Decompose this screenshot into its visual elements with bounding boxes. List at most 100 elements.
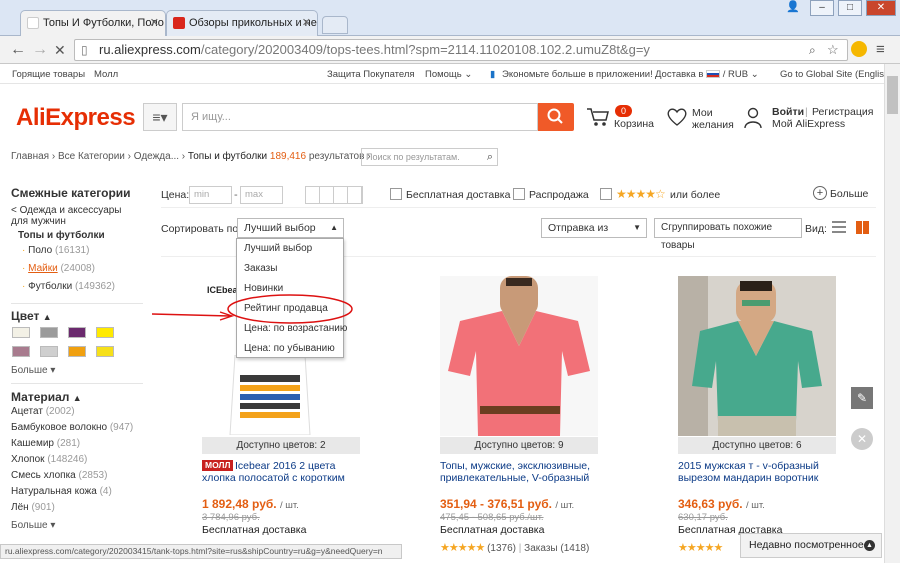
product-title[interactable]: 2015 мужская т - v-образный (678, 460, 848, 472)
subcategory-tshirts[interactable]: · Футболки (149362) (22, 281, 115, 292)
buyer-protection-link[interactable]: Защита Покупателя (327, 69, 415, 80)
zoom-icon[interactable]: ⌕ (809, 40, 816, 60)
sort-option-best-match[interactable]: Лучший выбор (244, 243, 312, 254)
my-aliexpress-link[interactable]: Мой AliExpress (772, 118, 845, 130)
recently-viewed-button[interactable]: Недавно посмотренное ▲ (740, 533, 882, 558)
review-count[interactable]: (1376) (487, 543, 516, 554)
close-tab-icon[interactable]: ✕ (150, 11, 159, 35)
subcategory-polo[interactable]: · Поло (16131) (22, 245, 89, 256)
close-circle-icon[interactable]: ✕ (851, 428, 873, 450)
material-heading[interactable]: Материал ▲ (11, 390, 82, 404)
help-link[interactable]: Помощь ⌄ (425, 69, 472, 80)
sort-option-orders[interactable]: Заказы (244, 263, 277, 274)
more-colors-link[interactable]: Больше ▾ (11, 365, 55, 376)
rating-checkbox[interactable] (600, 188, 612, 200)
more-materials-link[interactable]: Больше ▾ (11, 520, 55, 531)
product-title[interactable]: Топы, мужские, эксклюзивные, (440, 460, 610, 472)
scrollbar-thumb[interactable] (887, 76, 898, 114)
categories-menu-button[interactable]: ≡▾ (143, 103, 177, 131)
page-scrollbar[interactable] (884, 64, 900, 563)
user-icon[interactable]: 👤 (786, 0, 800, 13)
color-swatch-yellow[interactable] (96, 327, 114, 338)
parent-category-link[interactable]: < Одежда и аксессуары (11, 205, 122, 216)
color-swatch-beige[interactable] (12, 327, 30, 338)
product-title[interactable]: Icebear 2016 2 цвета (235, 460, 365, 472)
subcategory-tanks[interactable]: · Майки (24008) (22, 263, 95, 274)
cart-button[interactable] (586, 106, 610, 131)
search-input[interactable]: Я ищу... (182, 103, 538, 131)
parent-category-link-line2[interactable]: для мужчин (11, 216, 66, 227)
rating-more-label[interactable]: или более (670, 189, 720, 201)
product-image[interactable] (440, 276, 598, 436)
product-title-line2[interactable]: привлекательные, V-образный (440, 472, 610, 484)
price-max-input[interactable]: max (240, 186, 283, 204)
price-min-input[interactable]: min (189, 186, 232, 204)
plus-circle-icon[interactable]: + (813, 186, 827, 200)
top-navigation: Горящие товары Молл Защита Покупателя По… (0, 64, 892, 84)
close-tab-icon[interactable]: ✕ (302, 11, 311, 35)
material-item[interactable]: Кашемир (281) (11, 438, 80, 449)
price-ok-button[interactable] (305, 186, 363, 204)
wishlist-label-2[interactable]: желания (692, 119, 734, 131)
address-bar[interactable]: ▯ ru.aliexpress.com/category/202003409/t… (74, 39, 848, 61)
free-shipping-label[interactable]: Бесплатная доставка (406, 189, 510, 201)
aliexpress-logo[interactable]: AliExpress (16, 104, 136, 132)
global-site-link[interactable]: Go to Global Site (English) (780, 69, 892, 80)
material-item[interactable]: Лён (901) (11, 502, 55, 513)
close-window-button[interactable]: ✕ (866, 0, 896, 16)
color-swatch-mauve[interactable] (12, 346, 30, 357)
material-item[interactable]: Бамбуковое волокно (947) (11, 422, 133, 433)
group-similar-button[interactable]: Сгруппировать похожие товары (654, 218, 802, 251)
extension-icon[interactable] (851, 41, 867, 57)
sort-option-price-desc[interactable]: Цена: по убыванию (244, 343, 335, 354)
order-count[interactable]: Заказы (1418) (524, 543, 589, 554)
minimize-button[interactable]: – (810, 0, 834, 16)
color-swatch-gray[interactable] (40, 327, 58, 338)
stop-icon[interactable]: ✕ (54, 39, 66, 61)
maximize-button[interactable]: □ (838, 0, 862, 16)
wishlist-button[interactable] (666, 107, 688, 130)
more-filters-link[interactable]: Больше (830, 188, 868, 200)
new-tab-button[interactable] (322, 16, 348, 34)
wishlist-label-1[interactable]: Мои (692, 107, 713, 119)
color-swatch-purple[interactable] (68, 327, 86, 338)
tab-aliexpress[interactable]: Топы И Футболки, Поло Ф... ✕ (20, 10, 166, 36)
breadcrumb-path[interactable]: Главная › Все Категории › Одежда... › (11, 151, 188, 162)
signin-link[interactable]: Войти (772, 106, 804, 118)
search-button[interactable] (538, 103, 574, 131)
grid-view-icon[interactable] (856, 221, 869, 234)
material-item[interactable]: Смесь хлопка (2853) (11, 470, 107, 481)
product-title-line2[interactable]: хлопка полосатой с коротким (202, 472, 362, 484)
material-item[interactable]: Хлопок (148246) (11, 454, 87, 465)
mall-link[interactable]: Молл (94, 69, 118, 80)
sale-checkbox[interactable] (513, 188, 525, 200)
material-item[interactable]: Натуральная кожа (4) (11, 486, 112, 497)
tab-reviews[interactable]: Обзоры прикольных и необ... ✕ (166, 10, 318, 36)
menu-icon[interactable]: ≡ (876, 39, 885, 61)
color-swatch-silver[interactable] (40, 346, 58, 357)
cart-label[interactable]: Корзина (614, 118, 654, 130)
free-shipping-checkbox[interactable] (390, 188, 402, 200)
color-swatch-gold[interactable] (96, 346, 114, 357)
color-swatch-orange[interactable] (68, 346, 86, 357)
app-promo-link[interactable]: Экономьте больше в приложении! (502, 69, 653, 80)
list-view-icon[interactable] (832, 221, 846, 233)
material-item[interactable]: Ацетат (2002) (11, 406, 75, 417)
search-icon[interactable]: ⌕ (487, 149, 493, 165)
account-icon[interactable] (744, 107, 762, 132)
ship-from-select[interactable]: Отправка из ▼ (541, 218, 647, 238)
color-heading[interactable]: Цвет ▲ (11, 309, 52, 323)
search-in-results-input[interactable]: Поиск по результатам. ⌕ (361, 148, 498, 166)
sort-select[interactable]: Лучший выбор ▲ (237, 218, 344, 238)
back-icon[interactable]: ← (10, 39, 26, 61)
product-image[interactable] (215, 355, 325, 435)
edit-pencil-icon[interactable]: ✎ (851, 387, 873, 409)
product-title-line2[interactable]: вырезом мандарин воротник (678, 472, 848, 484)
hot-deals-link[interactable]: Горящие товары (12, 69, 85, 80)
product-image[interactable] (678, 276, 836, 436)
forward-icon[interactable]: → (32, 39, 48, 61)
sale-label[interactable]: Распродажа (529, 189, 589, 201)
ship-to-selector[interactable]: Доставка в / RUB ⌄ (655, 69, 759, 80)
register-link[interactable]: Регистрация (812, 106, 873, 118)
bookmark-star-icon[interactable]: ☆ (827, 40, 839, 60)
